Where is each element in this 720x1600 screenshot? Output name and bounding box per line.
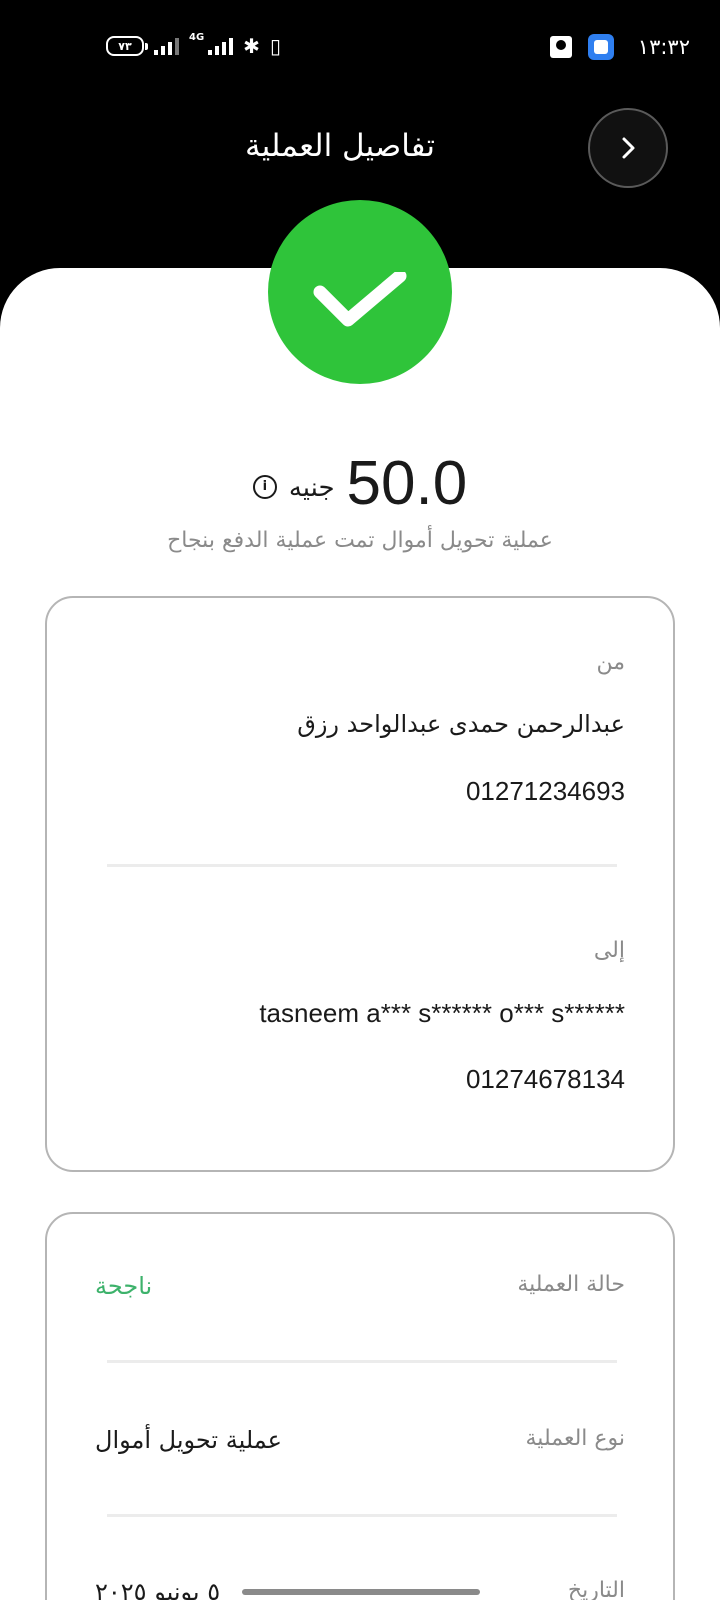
type-value: عملية تحويل أموال <box>95 1426 282 1454</box>
contact-icon <box>550 36 572 58</box>
divider <box>107 1514 617 1517</box>
vibrate-icon: ▯ <box>269 34 281 58</box>
from-phone: 01271234693 <box>465 776 625 806</box>
from-label: من <box>596 650 625 675</box>
battery-level: ٧٣ <box>118 39 132 53</box>
amount-row: i جنيه 50.0 <box>0 448 720 519</box>
date-label: التاريخ <box>567 1578 625 1600</box>
app-notification-icon <box>588 34 614 60</box>
bluetooth-icon: ✱ <box>243 34 260 58</box>
transaction-details-screen: ٧٣ 4G ✱ ▯ ١٣:٣٢ تفاصيل العملية i جنيه 50… <box>0 0 720 1600</box>
to-phone: 01274678134 <box>465 1064 625 1094</box>
success-badge <box>268 200 452 384</box>
type-label: نوع العملية <box>525 1426 625 1451</box>
status-value: ناجحة <box>95 1272 153 1300</box>
checkmark-icon <box>313 272 407 327</box>
parties-card: من عبدالرحمن حمدى عبدالواحد رزق 01271234… <box>45 596 675 1172</box>
amount-value: 50.0 <box>346 449 468 518</box>
network-type: 4G <box>189 32 205 43</box>
page-title: تفاصيل العملية <box>245 128 435 164</box>
status-bar-left: ٧٣ 4G ✱ ▯ <box>106 30 281 62</box>
currency-label: جنيه <box>288 472 335 503</box>
divider <box>107 1360 617 1363</box>
chevron-right-icon <box>622 137 635 159</box>
info-icon[interactable]: i <box>252 474 277 499</box>
battery-icon: ٧٣ <box>106 36 148 56</box>
date-value: ٥ يونيو ٢٠٢٥ <box>95 1578 221 1600</box>
signal-icon-2 <box>208 37 234 55</box>
to-label: إلى <box>593 938 625 963</box>
signal-icon <box>154 37 179 55</box>
divider <box>107 864 617 867</box>
back-button[interactable] <box>588 108 668 188</box>
to-name: tasneem a*** s****** o*** s****** <box>259 998 625 1028</box>
status-time: ١٣:٣٢ <box>637 35 690 59</box>
status-bar: ٧٣ 4G ✱ ▯ ١٣:٣٢ <box>0 0 720 92</box>
details-card: حالة العملية ناجحة نوع العملية عملية تحو… <box>45 1212 675 1600</box>
from-name: عبدالرحمن حمدى عبدالواحد رزق <box>297 710 625 738</box>
transaction-description: عملية تحويل أموال تمت عملية الدفع بنجاح <box>167 528 553 553</box>
status-label: حالة العملية <box>517 1272 625 1297</box>
home-indicator[interactable] <box>242 1589 480 1595</box>
